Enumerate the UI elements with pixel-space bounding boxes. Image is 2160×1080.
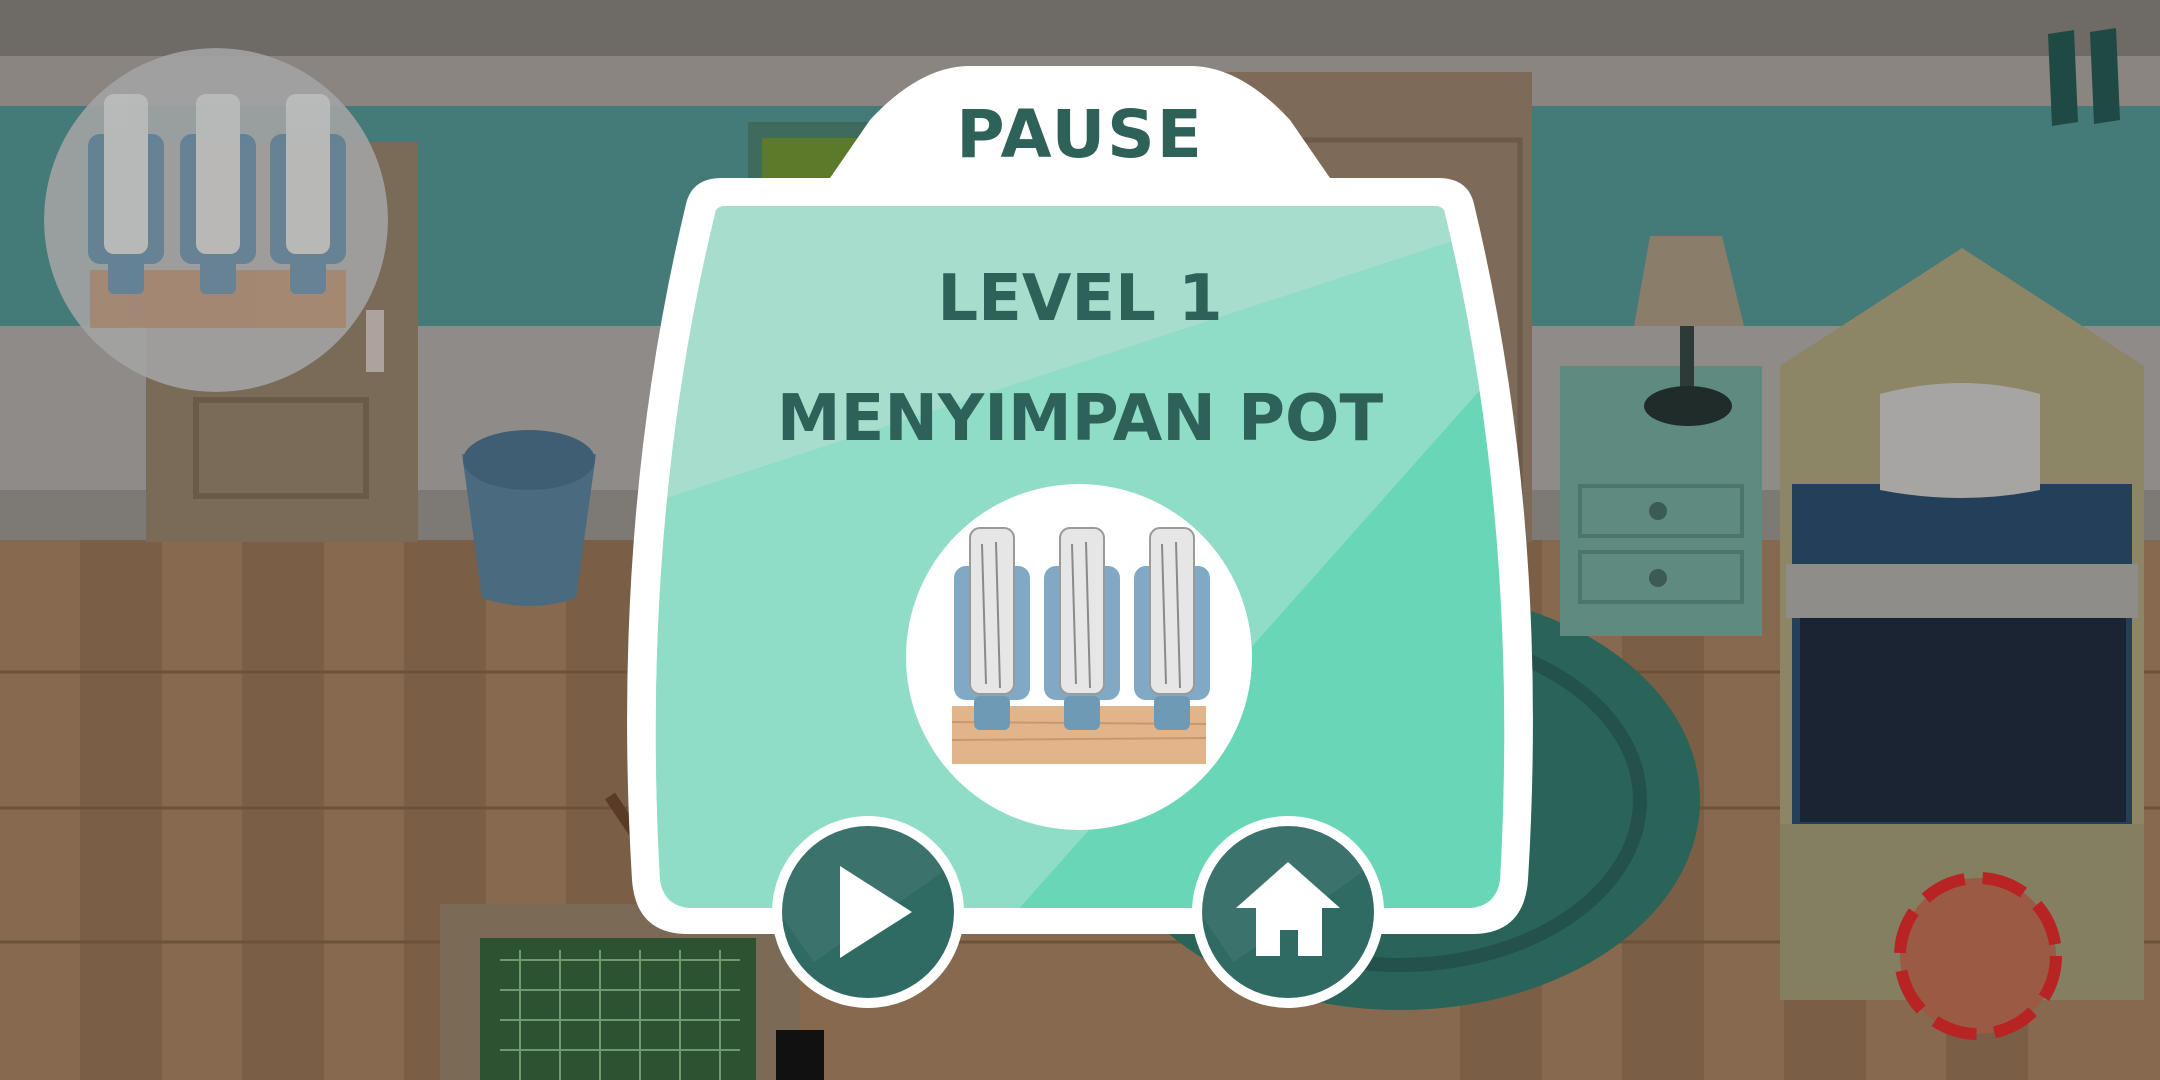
home-icon [1236, 862, 1340, 956]
home-button-face [1202, 826, 1374, 998]
home-button[interactable] [1192, 816, 1384, 1008]
resume-button-face [782, 826, 954, 998]
level-name: MENYIMPAN POT [776, 382, 1384, 456]
level-label: LEVEL 1 [937, 262, 1223, 336]
play-icon [840, 866, 912, 958]
bottle-planter-icon [906, 484, 1252, 830]
resume-button[interactable] [772, 816, 964, 1008]
popup-title: PAUSE [956, 96, 1204, 173]
